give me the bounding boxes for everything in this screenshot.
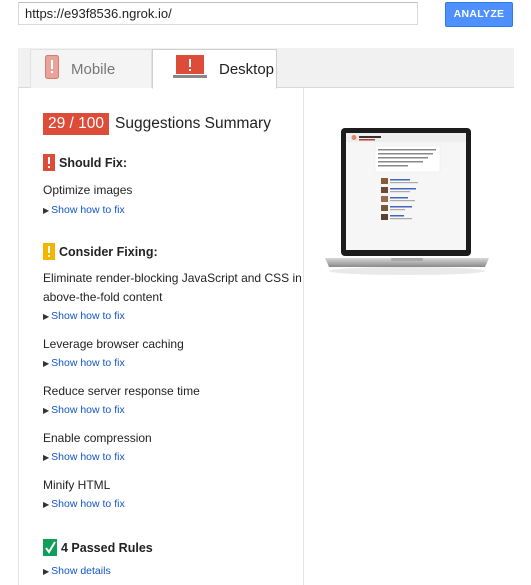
consider-fixing-heading: Consider Fixing: xyxy=(43,243,158,260)
show-how-to-fix-link[interactable]: ▶ Show how to fix xyxy=(43,404,125,416)
suggestions-panel: 29 / 100 Suggestions Summary Should Fix:… xyxy=(18,88,304,585)
monitor-warning-icon xyxy=(173,55,207,83)
consider-fixing-label: Consider Fixing: xyxy=(59,244,158,259)
tab-mobile[interactable]: Mobile xyxy=(30,49,152,88)
show-how-to-fix-link[interactable]: ▶ Show how to fix xyxy=(43,451,125,463)
rule-minify-html: Minify HTML xyxy=(43,478,111,492)
rule-enable-compression: Enable compression xyxy=(43,431,152,445)
exclamation-icon xyxy=(43,154,55,171)
phone-warning-icon xyxy=(45,55,59,83)
tab-desktop-label: Desktop xyxy=(219,60,275,78)
show-details-link[interactable]: ▶ Show details xyxy=(43,565,111,577)
caret-right-icon: ▶ xyxy=(43,453,50,462)
url-input[interactable] xyxy=(18,2,418,25)
summary-title: Suggestions Summary xyxy=(115,115,271,132)
should-fix-heading: Should Fix: xyxy=(43,154,127,171)
caret-right-icon: ▶ xyxy=(43,567,50,576)
score-line: 29 / 100 Suggestions Summary xyxy=(43,113,271,135)
device-tabs: Mobile Desktop xyxy=(18,48,514,89)
rule-server-response: Reduce server response time xyxy=(43,384,200,398)
checkmark-icon xyxy=(43,539,57,556)
caret-right-icon: ▶ xyxy=(43,359,50,368)
exclamation-icon xyxy=(43,243,55,260)
tab-mobile-label: Mobile xyxy=(71,60,116,78)
passed-rules-label: 4 Passed Rules xyxy=(61,540,153,555)
show-how-to-fix-link[interactable]: ▶ Show how to fix xyxy=(43,310,125,322)
score-badge: 29 / 100 xyxy=(43,113,110,135)
caret-right-icon: ▶ xyxy=(43,206,50,215)
caret-right-icon: ▶ xyxy=(43,406,50,415)
rule-optimize-images: Optimize images xyxy=(43,183,133,197)
caret-right-icon: ▶ xyxy=(43,312,50,321)
show-how-to-fix-link[interactable]: ▶ Show how to fix xyxy=(43,498,125,510)
passed-rules-heading: 4 Passed Rules xyxy=(43,539,153,556)
show-how-to-fix-link[interactable]: ▶ Show how to fix xyxy=(43,204,125,216)
tab-desktop[interactable]: Desktop xyxy=(152,49,277,89)
desktop-preview-image xyxy=(325,128,489,278)
rule-render-blocking: Eliminate render-blocking JavaScript and… xyxy=(43,271,302,304)
analyze-button[interactable]: ANALYZE xyxy=(445,2,513,27)
rule-browser-caching: Leverage browser caching xyxy=(43,337,184,351)
caret-right-icon: ▶ xyxy=(43,500,50,509)
show-how-to-fix-link[interactable]: ▶ Show how to fix xyxy=(43,357,125,369)
should-fix-label: Should Fix: xyxy=(59,155,128,170)
